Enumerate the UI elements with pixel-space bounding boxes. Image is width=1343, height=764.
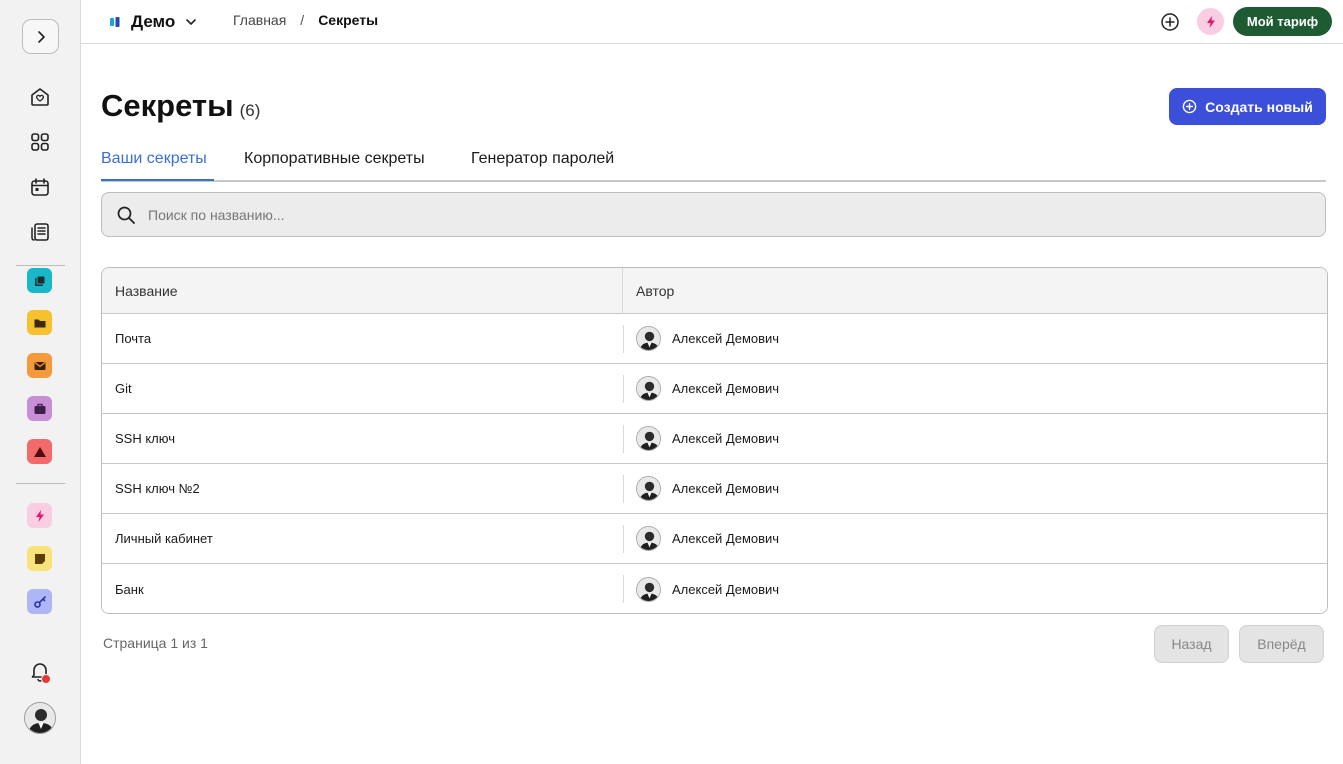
secret-author: Алексей Демович xyxy=(623,324,780,353)
notification-badge xyxy=(41,674,51,684)
tab-your-secrets[interactable]: Ваши секреты xyxy=(101,150,207,182)
plus-circle-icon xyxy=(1182,99,1197,114)
workspace-switcher[interactable]: Демо xyxy=(109,11,197,33)
mail-app-icon[interactable] xyxy=(27,353,52,378)
table-row[interactable]: Почта Алексей Демович xyxy=(102,314,1327,364)
secrets-table: Название Автор Почта Алексей Демович Git Ал… xyxy=(101,267,1328,614)
secret-name: Git xyxy=(115,381,132,396)
author-name: Алексей Демович xyxy=(672,431,780,446)
breadcrumb-current: Секреты xyxy=(318,12,379,28)
next-page-button[interactable]: Вперёд xyxy=(1239,625,1324,663)
pagination-status: Страница 1 из 1 xyxy=(103,635,208,651)
calendar-icon[interactable] xyxy=(27,174,53,200)
tabs: Ваши секреты Корпоративные секреты Генер… xyxy=(101,148,1326,182)
secret-name: Почта xyxy=(115,331,152,346)
chevron-right-icon xyxy=(37,30,45,43)
column-header-name[interactable]: Название xyxy=(102,268,623,314)
briefcase-app-icon[interactable] xyxy=(27,396,52,421)
table-header: Название Автор xyxy=(102,268,1327,314)
bolt-icon xyxy=(1206,15,1215,28)
secrets-count: (6) xyxy=(239,101,261,120)
secret-author: Алексей Демович xyxy=(623,424,780,453)
author-avatar xyxy=(636,426,661,451)
breadcrumb-separator: / xyxy=(300,12,305,28)
search-icon xyxy=(117,206,135,224)
create-new-label: Создать новый xyxy=(1205,98,1313,115)
workspace-logo-icon xyxy=(110,17,120,27)
secret-author: Алексей Демович xyxy=(623,374,780,403)
cards-app-icon[interactable] xyxy=(27,268,52,293)
column-header-author[interactable]: Автор xyxy=(623,283,674,299)
home-icon[interactable] xyxy=(27,84,53,110)
author-avatar xyxy=(636,326,661,351)
breadcrumb-home-link[interactable]: Главная xyxy=(233,12,286,28)
sidebar-divider xyxy=(16,483,65,484)
author-name: Алексей Демович xyxy=(672,381,780,396)
bolt-app-icon[interactable] xyxy=(27,503,52,528)
secret-name: SSH ключ №2 xyxy=(115,481,200,496)
search-bar xyxy=(101,192,1326,237)
workspace-name: Демо xyxy=(131,12,176,31)
my-plan-button[interactable]: Мой тариф xyxy=(1233,7,1332,36)
page-title: Секреты (6) xyxy=(101,88,260,124)
sticky-note-app-icon[interactable] xyxy=(27,546,52,571)
documents-icon[interactable] xyxy=(27,219,53,245)
add-circle-button[interactable] xyxy=(1158,10,1181,33)
tab-corporate-secrets[interactable]: Корпоративные секреты xyxy=(244,150,425,182)
author-avatar xyxy=(636,476,661,501)
table-row[interactable]: Личный кабинет Алексей Демович xyxy=(102,514,1327,564)
apps-grid-icon[interactable] xyxy=(27,129,53,155)
secret-author: Алексей Демович xyxy=(623,575,779,603)
author-avatar xyxy=(636,576,661,602)
table-row[interactable]: Git Алексей Демович xyxy=(102,364,1327,414)
author-name: Алексей Демович xyxy=(672,331,780,346)
active-tab-indicator xyxy=(101,179,214,181)
breadcrumb: Главная / Секреты xyxy=(233,12,378,28)
search-input[interactable] xyxy=(148,206,1248,223)
bolt-button[interactable] xyxy=(1197,8,1224,35)
sidebar xyxy=(0,0,81,764)
top-bar: Демо Главная / Секреты Мой тариф xyxy=(81,0,1343,44)
folder-app-icon[interactable] xyxy=(27,310,52,335)
author-name: Алексей Демович xyxy=(672,531,780,546)
user-avatar[interactable] xyxy=(24,702,56,734)
page-title-text: Секреты xyxy=(101,88,234,123)
tab-password-generator[interactable]: Генератор паролей xyxy=(471,150,614,182)
author-avatar xyxy=(636,526,661,551)
key-app-icon[interactable] xyxy=(27,589,52,614)
secret-name: Личный кабинет xyxy=(115,531,213,546)
author-name: Алексей Демович xyxy=(672,481,780,496)
secret-author: Алексей Демович xyxy=(623,474,780,503)
plus-circle-icon xyxy=(1160,12,1179,31)
chevron-down-icon xyxy=(186,19,197,26)
secret-author: Алексей Демович xyxy=(623,524,780,553)
table-row[interactable]: SSH ключ Алексей Демович xyxy=(102,414,1327,464)
secret-name: Банк xyxy=(115,581,144,597)
sidebar-divider xyxy=(16,265,65,266)
prev-page-button[interactable]: Назад xyxy=(1154,625,1229,663)
author-avatar xyxy=(636,376,661,401)
secret-name: SSH ключ xyxy=(115,431,175,446)
table-row[interactable]: Банк Алексей Демович xyxy=(102,564,1327,613)
alert-app-icon[interactable] xyxy=(27,439,52,464)
create-new-button[interactable]: Создать новый xyxy=(1169,88,1326,125)
sidebar-expand-button[interactable] xyxy=(22,19,59,54)
author-name: Алексей Демович xyxy=(672,581,780,597)
table-row[interactable]: SSH ключ №2 Алексей Демович xyxy=(102,464,1327,514)
